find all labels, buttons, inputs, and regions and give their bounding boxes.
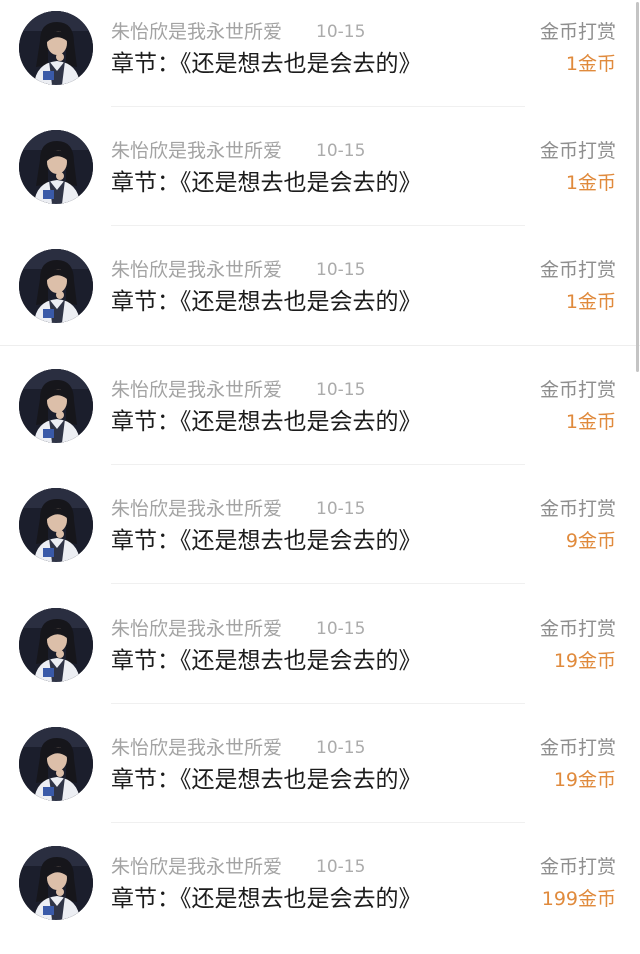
chapter-title: 章节：《还是想去也是会去的》: [111, 289, 422, 315]
user-name[interactable]: 朱怡欣是我永世所爱: [111, 736, 282, 760]
user-name[interactable]: 朱怡欣是我永世所爱: [111, 139, 282, 163]
user-name[interactable]: 朱怡欣是我永世所爱: [111, 497, 282, 521]
reward-type: 金币打赏: [539, 498, 616, 520]
chapter-title: 章节：《还是想去也是会去的》: [111, 528, 422, 554]
post-date: 10-15: [316, 380, 366, 400]
reward-type: 金币打赏: [539, 618, 616, 640]
reward-type: 金币打赏: [539, 737, 616, 759]
list-item[interactable]: 朱怡欣是我永世所爱 10-15 章节：《还是想去也是会去的》 金币打赏 199金…: [0, 835, 640, 954]
post-date: 10-15: [316, 141, 366, 161]
reward-amount: 199金币: [541, 888, 616, 910]
divider: [111, 703, 525, 704]
reward-amount: 19金币: [553, 650, 616, 672]
divider: [111, 464, 525, 465]
list-item[interactable]: 朱怡欣是我永世所爱 10-15 章节：《还是想去也是会去的》 金币打赏 19金币: [0, 597, 640, 716]
reward-type: 金币打赏: [539, 140, 616, 162]
list-item[interactable]: 朱怡欣是我永世所爱 10-15 章节：《还是想去也是会去的》 金币打赏 1金币: [0, 0, 640, 119]
post-date: 10-15: [316, 22, 366, 42]
chapter-title: 章节：《还是想去也是会去的》: [111, 767, 422, 793]
reward-amount: 1金币: [565, 291, 616, 313]
avatar-image: [19, 727, 93, 801]
avatar[interactable]: [19, 130, 93, 204]
reward-type: 金币打赏: [539, 379, 616, 401]
post-date: 10-15: [316, 738, 366, 758]
avatar[interactable]: [19, 846, 93, 920]
user-name[interactable]: 朱怡欣是我永世所爱: [111, 258, 282, 282]
chapter-title: 章节：《还是想去也是会去的》: [111, 51, 422, 77]
chapter-title: 章节：《还是想去也是会去的》: [111, 409, 422, 435]
list-item[interactable]: 朱怡欣是我永世所爱 10-15 章节：《还是想去也是会去的》 金币打赏 1金币: [0, 238, 640, 357]
avatar-image: [19, 130, 93, 204]
avatar-image: [19, 11, 93, 85]
reward-type: 金币打赏: [539, 21, 616, 43]
list-item[interactable]: 朱怡欣是我永世所爱 10-15 章节：《还是想去也是会去的》 金币打赏 19金币: [0, 716, 640, 835]
scrollbar[interactable]: [636, 0, 640, 942]
user-name[interactable]: 朱怡欣是我永世所爱: [111, 378, 282, 402]
user-name[interactable]: 朱怡欣是我永世所爱: [111, 20, 282, 44]
divider: [111, 583, 525, 584]
avatar[interactable]: [19, 249, 93, 323]
chapter-title: 章节：《还是想去也是会去的》: [111, 886, 422, 912]
list-item[interactable]: 朱怡欣是我永世所爱 10-15 章节：《还是想去也是会去的》 金币打赏 1金币: [0, 119, 640, 238]
list-item[interactable]: 朱怡欣是我永世所爱 10-15 章节：《还是想去也是会去的》 金币打赏 9金币: [0, 477, 640, 596]
avatar-image: [19, 608, 93, 682]
avatar-image: [19, 249, 93, 323]
reward-amount: 1金币: [565, 53, 616, 75]
post-date: 10-15: [316, 260, 366, 280]
divider: [111, 822, 525, 823]
divider: [111, 106, 525, 107]
reward-type: 金币打赏: [539, 856, 616, 878]
avatar[interactable]: [19, 488, 93, 562]
divider: [0, 345, 640, 346]
divider: [111, 225, 525, 226]
reward-amount: 1金币: [565, 172, 616, 194]
avatar-image: [19, 369, 93, 443]
reward-amount: 1金币: [565, 411, 616, 433]
post-date: 10-15: [316, 499, 366, 519]
chapter-title: 章节：《还是想去也是会去的》: [111, 648, 422, 674]
avatar[interactable]: [19, 369, 93, 443]
post-date: 10-15: [316, 619, 366, 639]
chapter-title: 章节：《还是想去也是会去的》: [111, 170, 422, 196]
post-date: 10-15: [316, 857, 366, 877]
reward-type: 金币打赏: [539, 259, 616, 281]
scrollbar-thumb[interactable]: [636, 2, 639, 372]
user-name[interactable]: 朱怡欣是我永世所爱: [111, 855, 282, 879]
avatar[interactable]: [19, 11, 93, 85]
avatar-image: [19, 846, 93, 920]
reward-amount: 19金币: [553, 769, 616, 791]
reward-list: 朱怡欣是我永世所爱 10-15 章节：《还是想去也是会去的》 金币打赏 1金币 …: [0, 0, 640, 942]
user-name[interactable]: 朱怡欣是我永世所爱: [111, 617, 282, 641]
reward-amount: 9金币: [565, 530, 616, 552]
avatar-image: [19, 488, 93, 562]
avatar[interactable]: [19, 608, 93, 682]
list-item[interactable]: 朱怡欣是我永世所爱 10-15 章节：《还是想去也是会去的》 金币打赏 1金币: [0, 358, 640, 477]
avatar[interactable]: [19, 727, 93, 801]
